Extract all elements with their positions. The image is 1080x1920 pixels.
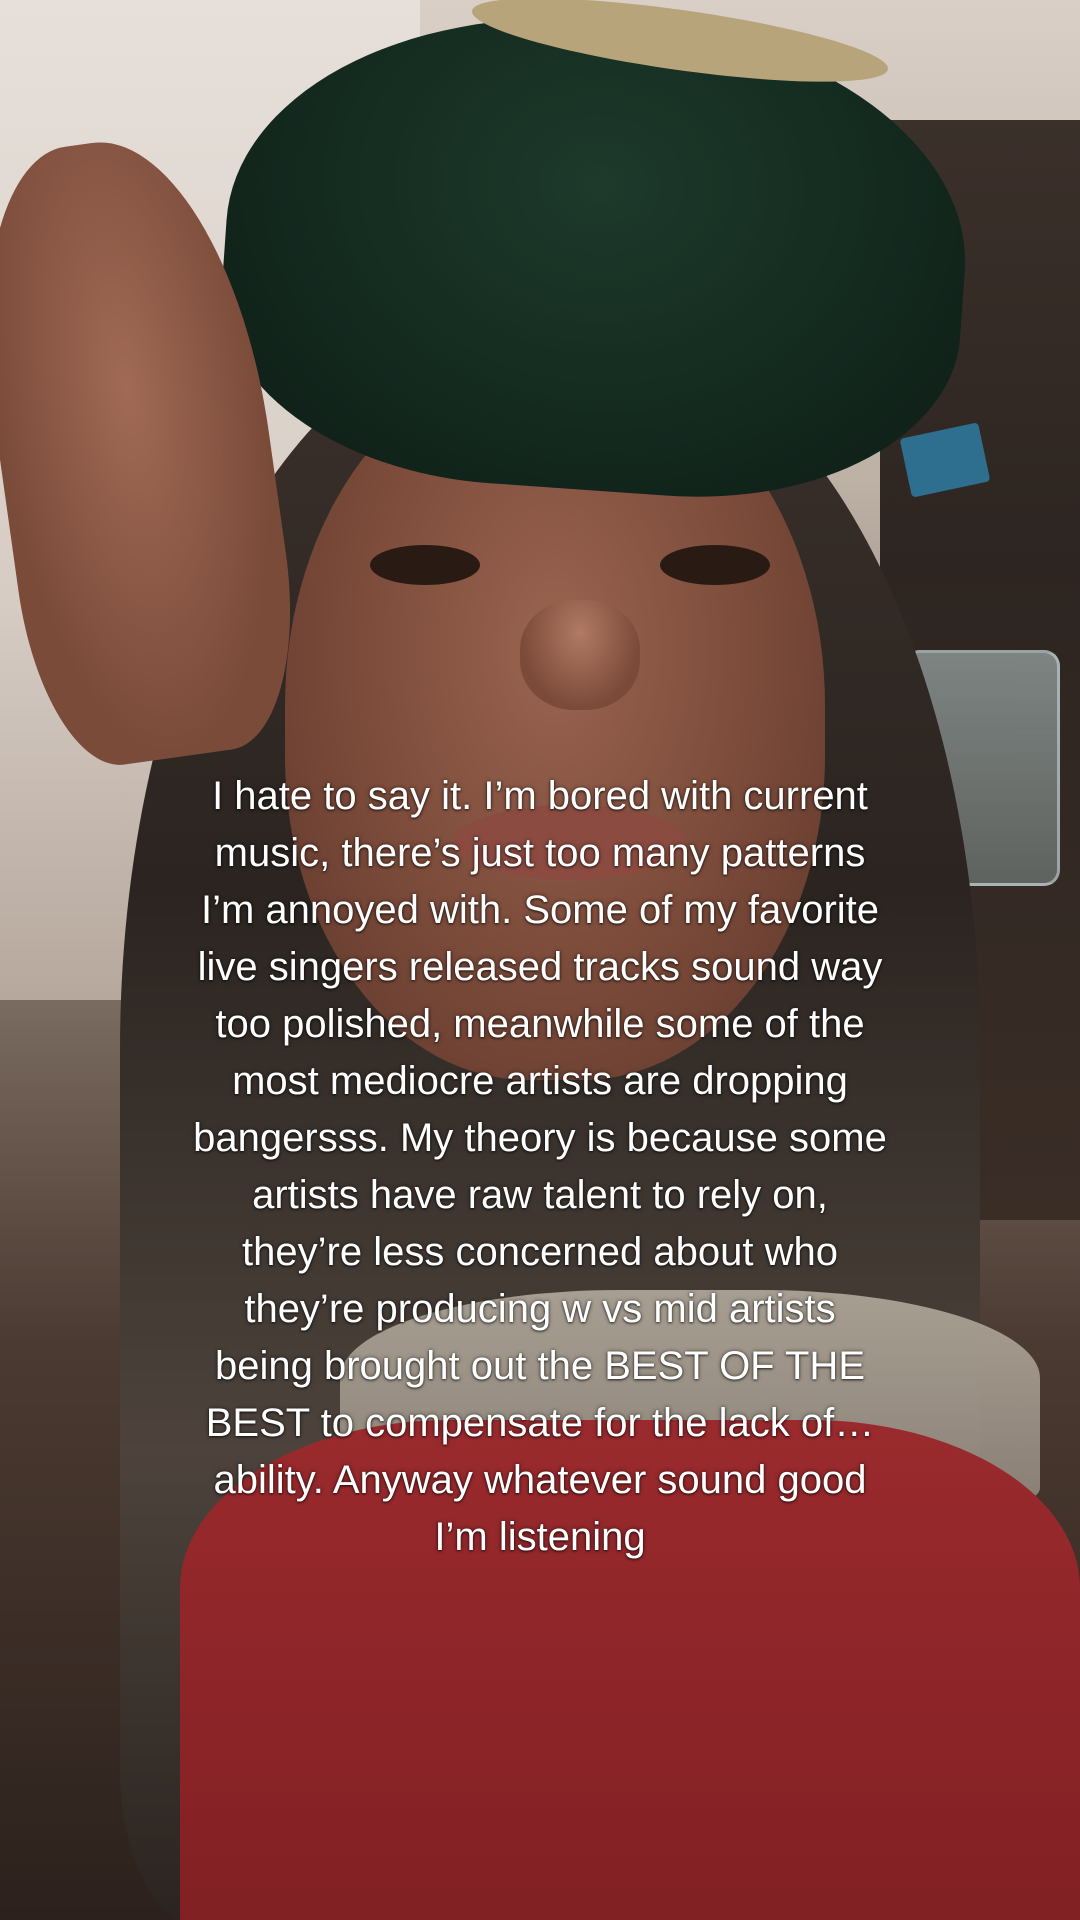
caption-line: bangersss. My theory is because some <box>193 1116 887 1160</box>
caption-line: too polished, meanwhile some of the <box>215 1002 865 1046</box>
right-eye <box>660 545 770 585</box>
caption-text: I hate to say it. I’m bored with current… <box>60 768 1020 1566</box>
nose <box>520 600 640 710</box>
caption-line: most mediocre artists are dropping <box>232 1059 848 1103</box>
caption-line: ability. Anyway whatever sound good <box>213 1458 867 1502</box>
caption-line: I’m listening <box>434 1515 646 1559</box>
caption-line: I’m annoyed with. Some of my favorite <box>200 888 880 932</box>
caption-line: I hate to say it. I’m bored with current <box>212 774 868 818</box>
caption-line: artists have raw talent to rely on, <box>252 1173 828 1217</box>
video-frame[interactable]: I hate to say it. I’m bored with current… <box>0 0 1080 1920</box>
caption-line: being brought out the BEST OF THE <box>215 1344 865 1388</box>
caption-line: they’re producing w vs mid artists <box>244 1287 836 1331</box>
left-eye <box>370 545 480 585</box>
caption-line: live singers released tracks sound way <box>197 945 883 989</box>
caption-line: BEST to compensate for the lack of… <box>205 1401 875 1445</box>
caption-line: music, there’s just too many patterns <box>214 831 866 875</box>
caption-line: they’re less concerned about who <box>242 1230 838 1274</box>
